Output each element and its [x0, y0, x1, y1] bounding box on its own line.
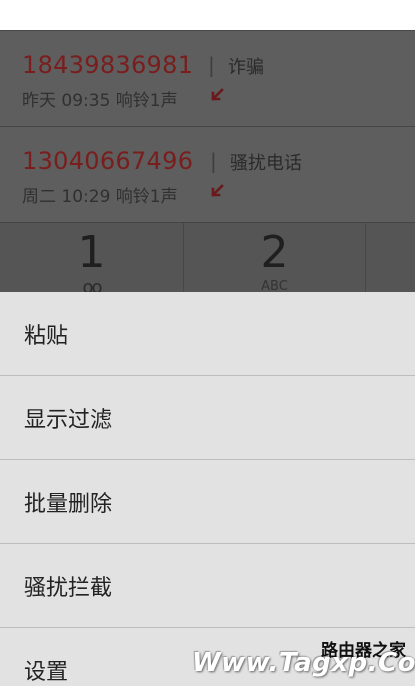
- missed-call-icon: [211, 88, 224, 101]
- dialer-screen: 18439836981 | 诈骗 昨天 09:35 响铃1声 130406674…: [0, 0, 415, 686]
- missed-call-icon: [211, 184, 224, 197]
- status-strip: [0, 0, 415, 30]
- call-log-item[interactable]: 18439836981 | 诈骗 昨天 09:35 响铃1声: [0, 30, 415, 126]
- key-digit: 1: [77, 227, 106, 278]
- tag-separator: |: [210, 149, 217, 173]
- call-log-item[interactable]: 13040667496 | 骚扰电话 周二 10:29 响铃1声: [0, 126, 415, 222]
- menu-item-paste[interactable]: 粘贴: [0, 292, 415, 376]
- key-2[interactable]: 2 ABC: [184, 223, 366, 298]
- menu-item-batch-delete[interactable]: 批量删除: [0, 460, 415, 544]
- menu-item-harassment-block[interactable]: 骚扰拦截: [0, 544, 415, 628]
- call-log-list: 18439836981 | 诈骗 昨天 09:35 响铃1声 130406674…: [0, 30, 415, 222]
- caller-tag: 骚扰电话: [230, 153, 302, 174]
- key-digit: 2: [260, 227, 289, 278]
- key-3[interactable]: [366, 223, 415, 298]
- watermark-url: Www.Tagxp.Com: [192, 648, 415, 678]
- key-1[interactable]: 1 oo: [0, 223, 184, 298]
- caller-number: 13040667496: [22, 147, 194, 175]
- caller-number: 18439836981: [22, 51, 194, 79]
- menu-item-display-filter[interactable]: 显示过滤: [0, 376, 415, 460]
- call-time: 周二 10:29 响铃1声: [22, 187, 178, 207]
- tag-separator: |: [208, 53, 215, 77]
- call-time: 昨天 09:35 响铃1声: [22, 91, 178, 111]
- caller-tag: 诈骗: [228, 57, 264, 78]
- watermark: 路由器之家 Www.Tagxp.Com: [192, 636, 415, 682]
- options-menu: 粘贴 显示过滤 批量删除 骚扰拦截 设置: [0, 292, 415, 686]
- dial-keypad: 1 oo 2 ABC: [0, 222, 415, 298]
